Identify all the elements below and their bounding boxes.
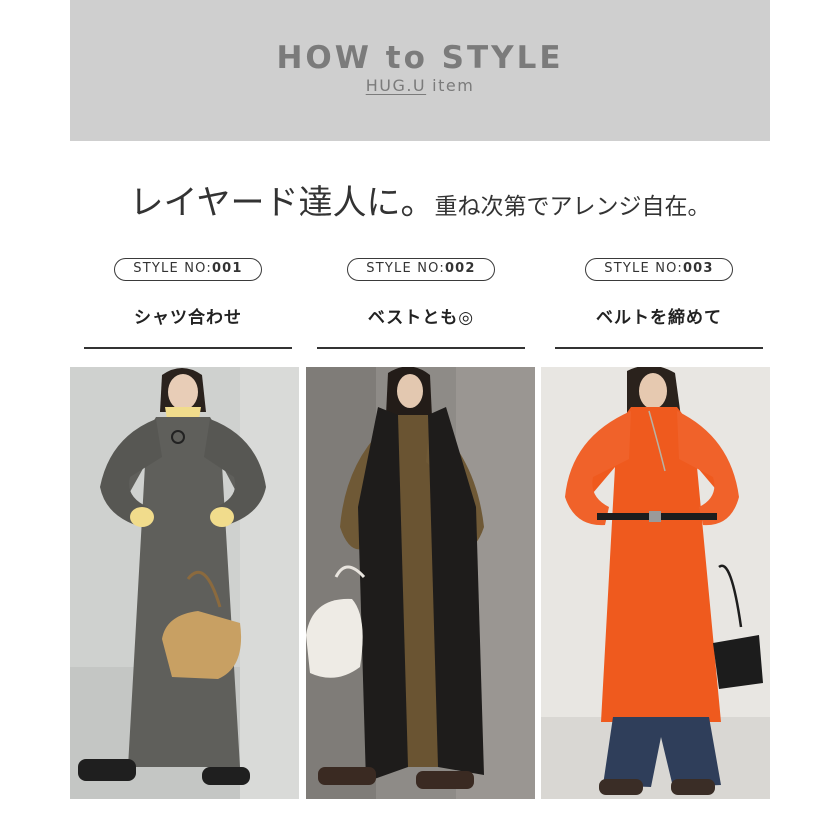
style-photo-1 — [70, 367, 299, 799]
style-number: 001 — [211, 261, 243, 276]
style-photo-3 — [541, 367, 770, 799]
style-number-prefix: STYLE NO: — [604, 261, 683, 276]
headline-main: レイヤード達人に。 — [129, 183, 435, 223]
divider — [555, 347, 763, 349]
style-number-badge: STYLE NO:001 — [114, 258, 262, 281]
brand-name: HUG.U — [365, 76, 427, 95]
style-number-badge: STYLE NO:003 — [585, 258, 733, 281]
headline: レイヤード達人に。重ね次第でアレンジ自在。 — [0, 175, 840, 224]
style-name: ベストとも◎ — [367, 308, 475, 328]
style-column-2: STYLE NO:002 ベストとも◎ — [317, 258, 525, 349]
style-number-badge: STYLE NO:002 — [347, 258, 495, 281]
divider — [317, 347, 525, 349]
style-number-prefix: STYLE NO: — [366, 261, 445, 276]
header-title: HOW to STYLE — [276, 40, 564, 76]
headline-sub: 重ね次第でアレンジ自在。 — [434, 194, 711, 220]
header-subtitle: HUG.U item — [70, 76, 770, 95]
style-number-prefix: STYLE NO: — [133, 261, 212, 276]
divider — [84, 347, 292, 349]
style-name: シャツ合わせ — [134, 308, 242, 328]
style-photo-2 — [306, 367, 535, 799]
header-banner: HOW to STYLE HUG.U item — [70, 0, 770, 141]
style-number: 003 — [682, 261, 714, 276]
style-name: ベルトを締めて — [596, 308, 722, 328]
header-sub-label: item — [432, 76, 475, 95]
style-number: 002 — [444, 261, 476, 276]
style-column-3: STYLE NO:003 ベルトを締めて — [555, 258, 763, 349]
style-column-1: STYLE NO:001 シャツ合わせ — [84, 258, 292, 349]
